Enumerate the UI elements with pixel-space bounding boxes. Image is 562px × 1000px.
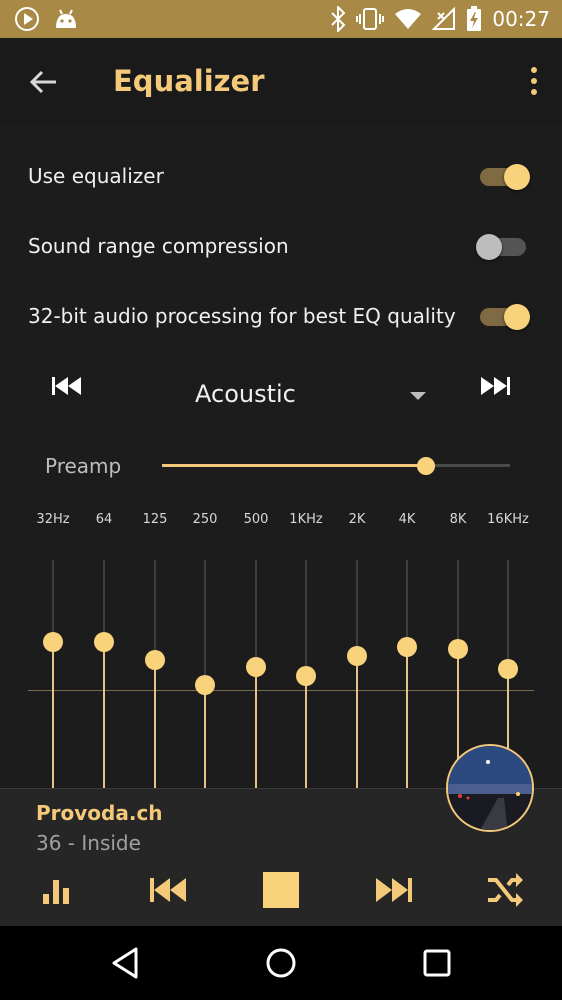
previous-preset-icon[interactable] bbox=[50, 374, 84, 398]
band-knob[interactable] bbox=[448, 639, 468, 659]
band-fill bbox=[356, 656, 358, 788]
setting-label: 32-bit audio processing for best EQ qual… bbox=[28, 304, 456, 328]
band-knob[interactable] bbox=[43, 632, 63, 652]
skip-previous-icon[interactable] bbox=[148, 870, 188, 910]
band-slider[interactable] bbox=[145, 560, 165, 788]
album-art-image bbox=[448, 746, 532, 830]
preset-dropdown[interactable]: Acoustic bbox=[168, 372, 434, 420]
band-label: 8K bbox=[449, 512, 467, 527]
equalizer-panel: Use equalizer Sound range compression 32… bbox=[0, 126, 562, 788]
band-knob[interactable] bbox=[246, 657, 266, 677]
setting-32bit-processing[interactable]: 32-bit audio processing for best EQ qual… bbox=[0, 286, 562, 346]
band-label: 125 bbox=[142, 512, 168, 527]
nav-home-icon[interactable] bbox=[264, 946, 298, 980]
setting-use-equalizer[interactable]: Use equalizer bbox=[0, 146, 562, 206]
band-knob[interactable] bbox=[397, 637, 417, 657]
dropdown-caret-icon bbox=[410, 392, 426, 400]
preamp-fill bbox=[162, 464, 426, 467]
band-knob[interactable] bbox=[347, 646, 367, 666]
preamp-slider[interactable] bbox=[162, 456, 510, 476]
band-fill bbox=[255, 667, 257, 788]
bluetooth-icon bbox=[331, 6, 346, 32]
band-knob[interactable] bbox=[195, 675, 215, 695]
track-subtitle: 36 - Inside bbox=[36, 831, 141, 855]
band-label: 16KHz bbox=[487, 512, 529, 527]
band-label: 4K bbox=[398, 512, 416, 527]
use-equalizer-toggle[interactable] bbox=[478, 164, 530, 190]
battery-charging-icon bbox=[467, 6, 482, 31]
skip-next-icon[interactable] bbox=[374, 870, 414, 910]
equalizer-bars-icon[interactable] bbox=[42, 870, 70, 910]
band-slider[interactable] bbox=[43, 560, 63, 788]
band-label: 500 bbox=[243, 512, 269, 527]
app-bar: Equalizer bbox=[0, 38, 562, 126]
more-options-icon[interactable] bbox=[528, 66, 540, 96]
back-arrow-icon[interactable] bbox=[26, 64, 62, 100]
preamp-label: Preamp bbox=[45, 454, 122, 478]
preset-value: Acoustic bbox=[195, 380, 296, 408]
band-label: 1KHz bbox=[289, 512, 323, 527]
band-label: 32Hz bbox=[36, 512, 70, 527]
band-fill bbox=[406, 647, 408, 788]
band-fill bbox=[204, 685, 206, 788]
setting-label: Sound range compression bbox=[28, 234, 289, 258]
band-slider[interactable] bbox=[94, 560, 114, 788]
band-knob[interactable] bbox=[145, 650, 165, 670]
band-knob[interactable] bbox=[498, 659, 518, 679]
signal-icon bbox=[432, 7, 456, 30]
setting-label: Use equalizer bbox=[28, 164, 164, 188]
nav-recents-icon[interactable] bbox=[422, 948, 452, 978]
band-fill bbox=[103, 642, 105, 788]
preamp-knob[interactable] bbox=[417, 457, 435, 475]
stop-icon[interactable] bbox=[262, 870, 300, 910]
band-fill bbox=[52, 642, 54, 788]
vibrate-icon bbox=[356, 8, 385, 30]
band-slider[interactable] bbox=[246, 560, 266, 788]
band-label: 2K bbox=[348, 512, 366, 527]
album-art[interactable] bbox=[446, 744, 534, 832]
32bit-processing-toggle[interactable] bbox=[478, 304, 530, 330]
band-label: 64 bbox=[95, 512, 113, 527]
status-time: 00:27 bbox=[492, 7, 550, 31]
band-fill bbox=[154, 660, 156, 788]
status-bar: 00:27 bbox=[0, 0, 562, 38]
band-slider[interactable] bbox=[195, 560, 215, 788]
band-slider[interactable] bbox=[347, 560, 367, 788]
shuffle-icon[interactable] bbox=[486, 870, 524, 910]
setting-sound-range-compression[interactable]: Sound range compression bbox=[0, 216, 562, 276]
band-label: 250 bbox=[192, 512, 218, 527]
track-title: Provoda.ch bbox=[36, 801, 163, 825]
sound-range-compression-toggle[interactable] bbox=[476, 234, 528, 260]
system-nav-bar bbox=[0, 926, 562, 1000]
band-knob[interactable] bbox=[296, 666, 316, 686]
band-knob[interactable] bbox=[94, 632, 114, 652]
band-slider[interactable] bbox=[397, 560, 417, 788]
band-fill bbox=[305, 676, 307, 788]
band-slider[interactable] bbox=[296, 560, 316, 788]
nav-back-icon[interactable] bbox=[110, 946, 142, 980]
next-preset-icon[interactable] bbox=[478, 374, 512, 398]
android-icon bbox=[56, 9, 76, 28]
play-notification-icon bbox=[15, 7, 39, 31]
page-title: Equalizer bbox=[113, 64, 265, 98]
wifi-icon bbox=[395, 9, 422, 29]
